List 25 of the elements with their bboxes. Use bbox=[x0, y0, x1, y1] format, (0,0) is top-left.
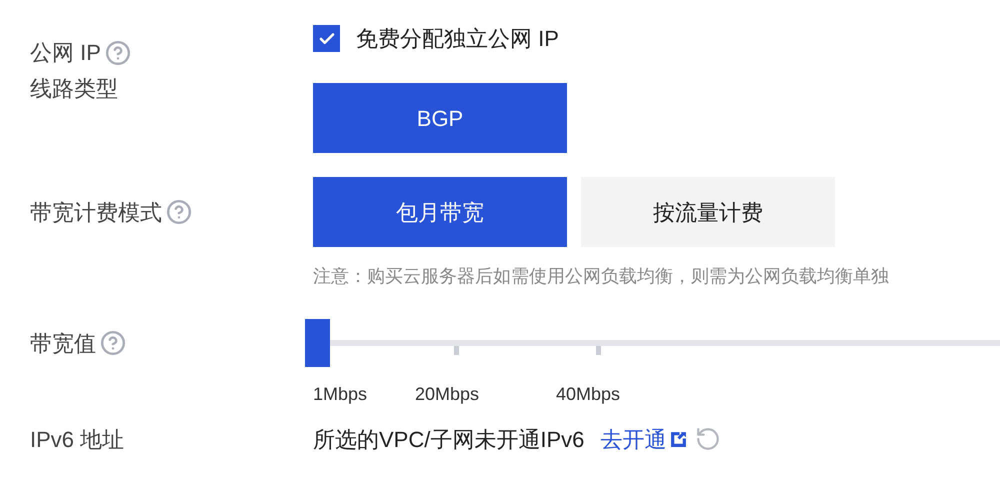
slider-mark-label: 1Mbps bbox=[313, 383, 368, 406]
slider-thumb[interactable] bbox=[305, 319, 330, 367]
field-label: 带宽值 bbox=[30, 330, 96, 358]
option-button[interactable]: 按流量计费 bbox=[581, 177, 835, 247]
field-label: IPv6 地址 bbox=[30, 426, 124, 454]
help-icon[interactable] bbox=[166, 199, 192, 225]
help-icon[interactable] bbox=[100, 330, 126, 356]
slider-track[interactable] bbox=[330, 340, 1000, 346]
external-link-icon[interactable] bbox=[670, 430, 688, 448]
field-label: 公网 IP bbox=[30, 39, 101, 67]
field-label: 带宽计费模式 bbox=[30, 198, 162, 226]
field-label: 线路类型 bbox=[30, 74, 118, 102]
refresh-icon[interactable] bbox=[695, 426, 722, 452]
slider-mark-label: 20Mbps bbox=[415, 383, 480, 406]
slider-mark-label: 40Mbps bbox=[556, 383, 622, 406]
option-button[interactable]: 包月带宽 bbox=[313, 177, 567, 247]
slider-tick bbox=[596, 346, 601, 355]
option-button[interactable]: BGP bbox=[313, 83, 567, 153]
help-icon[interactable] bbox=[104, 40, 131, 66]
enable-link[interactable]: 去开通 bbox=[600, 422, 666, 456]
checkbox[interactable] bbox=[313, 25, 340, 52]
ipv6-message: 所选的VPC/子网未开通IPv6 bbox=[313, 426, 584, 454]
slider-tick bbox=[454, 346, 459, 355]
note-text: 注意：购买云服务器后如需使用公网负载均衡，则需为公网负载均衡单独 bbox=[313, 266, 889, 286]
checkbox-label: 免费分配独立公网 IP bbox=[356, 25, 559, 53]
